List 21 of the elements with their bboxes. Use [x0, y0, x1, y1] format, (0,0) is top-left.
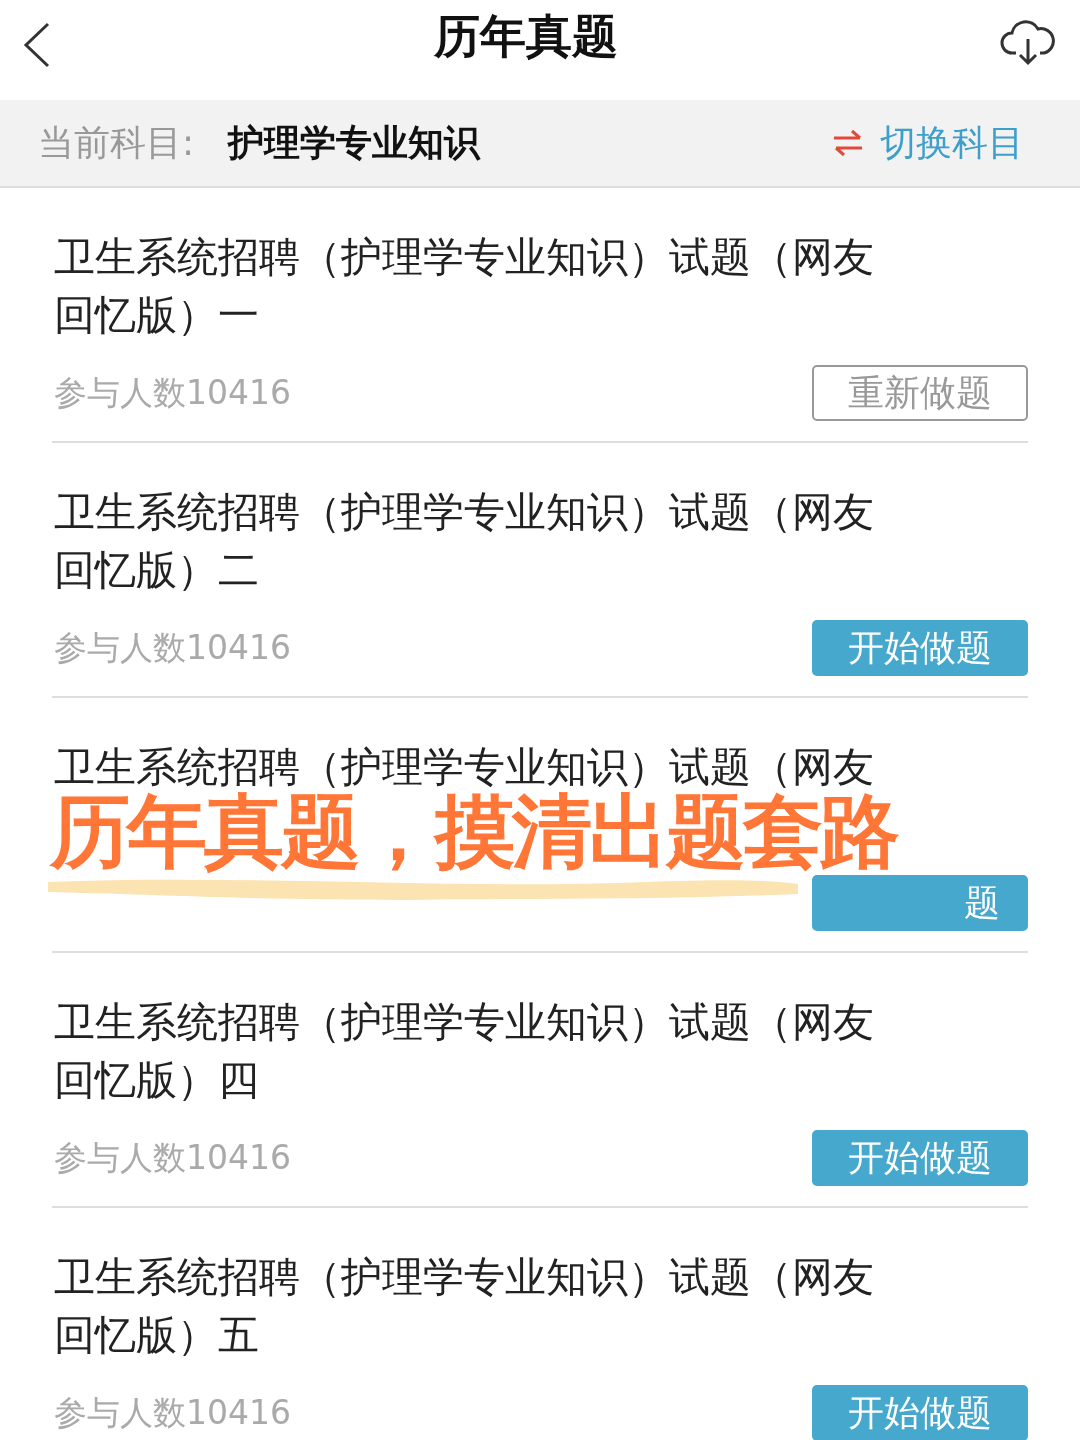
participant-count: 参与人数10416 [53, 1136, 291, 1179]
back-icon[interactable] [22, 21, 52, 69]
subject-label: 当前科目: [38, 120, 195, 165]
start-button[interactable]: 开始做题 [812, 1385, 1028, 1440]
paper-title[interactable]: 卫生系统招聘（护理学专业知识）试题（网友回忆版）一 [52, 228, 904, 344]
swap-icon[interactable] [832, 129, 864, 157]
start-button[interactable]: 题 [812, 875, 1028, 931]
paper-title[interactable]: 卫生系统招聘（护理学专业知识）试题（网友回忆版）二 [52, 483, 904, 599]
paper-title[interactable]: 卫生系统招聘（护理学专业知识）试题（网友回忆版）四 [52, 993, 904, 1109]
redo-button[interactable]: 重新做题 [812, 365, 1028, 421]
participant-count: 参与人数10416 [53, 1391, 291, 1434]
start-button[interactable]: 开始做题 [812, 1130, 1028, 1186]
paper-title[interactable]: 卫生系统招聘（护理学专业知识）试题（网友回忆版）五 [52, 1248, 904, 1364]
page-title: 历年真题 [434, 8, 618, 65]
switch-subject-link[interactable]: 切换科目 [880, 118, 1024, 168]
start-button[interactable]: 开始做题 [812, 620, 1028, 676]
overlay-caption: 历年真题，摸清出题套路 [50, 792, 897, 872]
participant-count: 参与人数10416 [53, 371, 291, 414]
cloud-download-icon[interactable] [1000, 19, 1056, 67]
participant-count: 参与人数10416 [53, 626, 291, 669]
subject-name: 护理学专业知识 [228, 120, 481, 165]
